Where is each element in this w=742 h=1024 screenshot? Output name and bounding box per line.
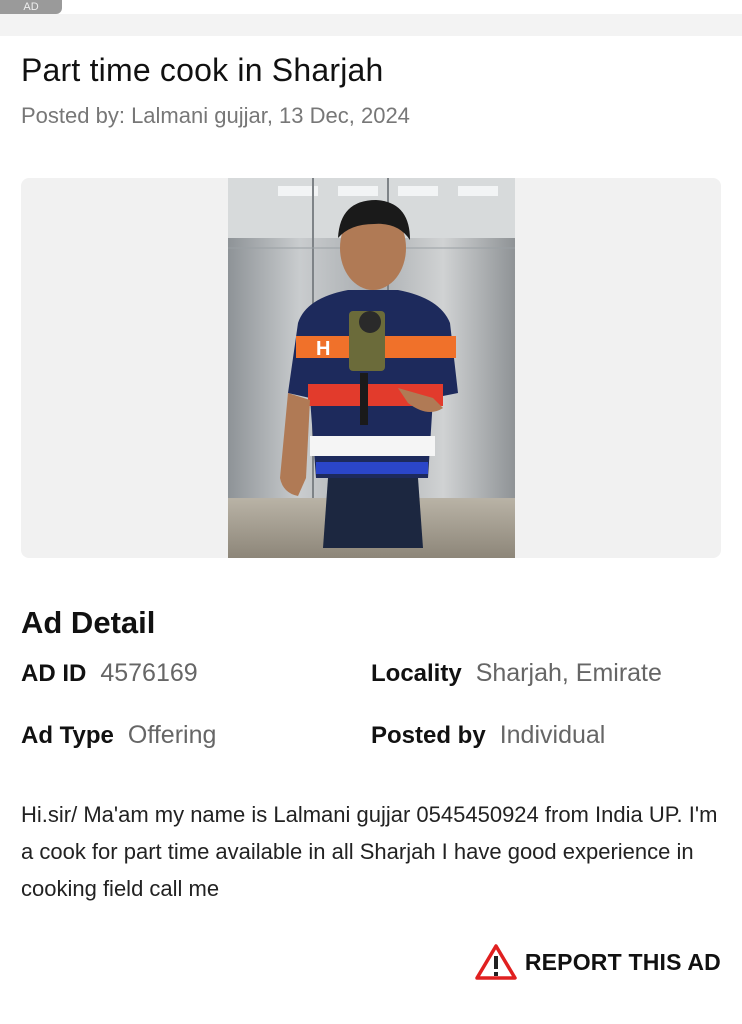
posted-by-row: Posted by Individual xyxy=(371,720,605,751)
warning-triangle-icon xyxy=(475,944,517,980)
svg-text:H: H xyxy=(316,338,330,360)
ad-detail-heading: Ad Detail xyxy=(21,605,156,640)
listing-photo[interactable]: H xyxy=(228,178,515,558)
locality-value: Sharjah, Emirate xyxy=(475,659,662,687)
posted-by-line: Posted by: Lalmani gujjar, 13 Dec, 2024 xyxy=(21,103,410,128)
posted-by-value: Individual xyxy=(499,721,606,749)
report-ad-button[interactable]: REPORT THIS AD xyxy=(475,944,721,980)
ad-badge: AD xyxy=(0,0,62,14)
ad-id-value: 4576169 xyxy=(100,659,198,687)
locality-row: Locality Sharjah, Emirate xyxy=(371,658,662,689)
ad-type-value: Offering xyxy=(127,721,217,749)
locality-label: Locality xyxy=(371,660,462,687)
report-ad-label: REPORT THIS AD xyxy=(524,948,721,975)
posted-by-label: Posted by xyxy=(371,722,486,749)
ad-id-row: AD ID 4576169 xyxy=(21,658,198,689)
top-strip: AD xyxy=(0,0,742,36)
ad-id-label: AD ID xyxy=(21,660,87,687)
top-bar xyxy=(0,0,742,14)
ad-type-row: Ad Type Offering xyxy=(21,720,216,751)
ad-description: Hi.sir/ Ma'am my name is Lalmani gujjar … xyxy=(21,802,718,901)
listing-title: Part time cook in Sharjah xyxy=(21,52,384,88)
photo-gallery[interactable]: H xyxy=(21,178,721,558)
ad-type-label: Ad Type xyxy=(21,722,114,749)
